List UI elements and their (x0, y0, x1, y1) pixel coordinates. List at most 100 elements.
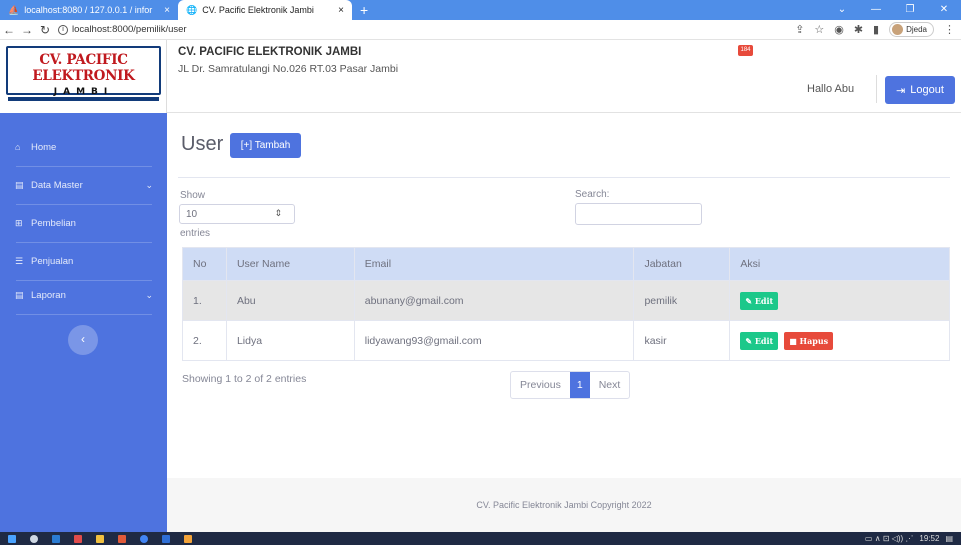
notification-icon[interactable]: ▤ (945, 532, 953, 545)
app-icon[interactable] (184, 534, 192, 543)
sidebar-divider (16, 204, 152, 205)
star-icon[interactable]: ☆ (814, 23, 824, 36)
search-icon[interactable] (30, 534, 38, 543)
chevron-down-icon: ⌄ (145, 289, 153, 300)
top-navbar: CV. PACIFIC ELEKTRONIK JAMBI JL Dr. Samr… (167, 40, 961, 113)
sidebar-item-label: Pembelian (31, 217, 76, 229)
sidebar-item-pembelian[interactable]: ⊞ Pembelian (0, 209, 167, 237)
sidebar-item-home[interactable]: ⌂ Home (0, 133, 167, 161)
browser-tab-active[interactable]: 🌐 CV. Pacific Elektronik Jambi × (178, 0, 352, 20)
globe-icon: 🌐 (186, 4, 198, 15)
column-header-email[interactable]: Email (353, 247, 635, 281)
share-icon[interactable]: ⇪ (795, 23, 804, 36)
avatar (892, 24, 904, 35)
vscode-icon[interactable] (52, 534, 60, 543)
tab-close-icon[interactable]: × (338, 5, 344, 16)
cell-actions: ✎ Edit (729, 280, 950, 321)
address-bar: ← → ↻ i localhost:8000/pemilik/user ⇪ ☆ … (0, 20, 961, 40)
app-icon[interactable] (74, 534, 82, 543)
browser-tab-phpmyadmin[interactable]: ⛵ localhost:8080 / 127.0.0.1 / infor × (0, 0, 178, 20)
minimize-button[interactable]: — (859, 0, 893, 20)
edit-label: Edit (754, 295, 774, 306)
sidebar: ⌂ Home ▤ Data Master ⌄ ⊞ Pembelian ☰ Pen… (0, 113, 167, 532)
column-header-no[interactable]: No (182, 247, 227, 281)
entries-select[interactable]: 10 ⇕ (179, 204, 295, 224)
app-icon[interactable] (118, 534, 126, 543)
sidebar-item-label: Data Master (31, 179, 83, 191)
windows-start-icon[interactable] (8, 534, 16, 543)
forward-icon[interactable]: → (18, 23, 36, 37)
cell-jabatan: kasir (633, 320, 731, 361)
list-icon: ☰ (15, 255, 24, 266)
entries-value: 10 (186, 209, 198, 220)
pagination-info: Showing 1 to 2 of 2 entries (182, 373, 307, 385)
sidebar-divider (16, 242, 152, 243)
tray-icons[interactable]: ▭ ∧ ⊡ ◁)) ⋰ (865, 532, 914, 545)
edit-icon: ✎ (745, 335, 755, 346)
tab-title: CV. Pacific Elektronik Jambi (202, 5, 314, 15)
sidebar-item-laporan[interactable]: ▤ Laporan ⌄ (0, 281, 167, 309)
cell-no: 1. (182, 280, 227, 321)
browser-tab-bar: ⛵ localhost:8080 / 127.0.0.1 / infor × 🌐… (0, 0, 961, 20)
tab-close-icon[interactable]: × (164, 5, 170, 16)
back-icon[interactable]: ← (0, 23, 18, 37)
previous-page-button[interactable]: Previous (511, 372, 570, 398)
cell-actions: ✎ Edit ■ Hapus (729, 320, 950, 361)
page-button-current[interactable]: 1 (569, 372, 590, 398)
puzzle-icon[interactable]: ✱ (854, 23, 863, 36)
reload-icon[interactable]: ↻ (36, 23, 54, 37)
sidebar-item-label: Penjualan (31, 255, 74, 267)
sidebar-toggle-button[interactable]: ‹ (68, 325, 98, 355)
info-icon[interactable]: i (58, 24, 68, 35)
chevron-down-icon[interactable]: ⌄ (825, 0, 859, 20)
edit-label: Edit (754, 335, 774, 346)
next-page-button[interactable]: Next (590, 372, 630, 398)
edit-button[interactable]: ✎ Edit (740, 331, 779, 350)
search-input[interactable] (575, 203, 702, 225)
system-tray: ▭ ∧ ⊡ ◁)) ⋰ 19:52 ▤ (865, 532, 953, 545)
edit-button[interactable]: ✎ Edit (740, 291, 779, 310)
url-field[interactable]: i localhost:8000/pemilik/user (58, 22, 198, 38)
pagination: Previous 1 Next (510, 371, 631, 399)
trash-icon: ■ (789, 335, 800, 346)
notification-badge[interactable]: 184 (738, 45, 753, 56)
add-user-button[interactable]: [+] Tambah (230, 133, 301, 158)
chrome-icon[interactable] (140, 534, 148, 543)
cell-username: Abu (225, 280, 355, 321)
search-label: Search: (575, 189, 610, 200)
clock[interactable]: 19:52 (919, 532, 939, 545)
divider (876, 75, 877, 103)
extension-icon[interactable]: ◉ (834, 23, 844, 36)
profile-button[interactable]: Djeda (889, 22, 934, 37)
brand-logo[interactable]: CV. PACIFIC ELEKTRONIK JAMBI (6, 46, 161, 101)
column-header-aksi[interactable]: Aksi (729, 247, 950, 281)
close-button[interactable]: ✕ (927, 0, 961, 20)
window-controls: ⌄ — ❐ ✕ (825, 0, 961, 20)
footer: CV. Pacific Elektronik Jambi Copyright 2… (167, 478, 961, 532)
column-header-username[interactable]: User Name (225, 247, 355, 281)
company-name: CV. PACIFIC ELEKTRONIK JAMBI (178, 46, 362, 58)
app-icon[interactable] (162, 534, 170, 543)
user-greeting[interactable]: Hallo Abu (807, 83, 854, 95)
logout-button[interactable]: ⇥ Logout (885, 76, 955, 104)
browser-toolbar-right: ⇪ ☆ ◉ ✱ ▮ Djeda ⋮ (795, 22, 955, 37)
new-tab-button[interactable]: + (352, 0, 376, 20)
restore-button[interactable]: ❐ (893, 0, 927, 20)
folder-icon[interactable] (96, 534, 104, 543)
home-icon: ⌂ (15, 142, 21, 152)
menu-icon[interactable]: ⋮ (944, 23, 955, 36)
sidebar-divider (16, 314, 152, 315)
sidepanel-icon[interactable]: ▮ (873, 23, 879, 36)
column-header-jabatan[interactable]: Jabatan (633, 247, 731, 281)
user-table: No User Name Email Jabatan Aksi 1. Abu a… (182, 247, 950, 361)
logo-line2: JAMBI (53, 87, 114, 97)
sidebar-item-penjualan[interactable]: ☰ Penjualan (0, 247, 167, 275)
profile-name: Djeda (906, 25, 927, 34)
logo-line1: CV. PACIFIC ELEKTRONIK (32, 52, 135, 84)
chevron-down-icon: ⌄ (145, 179, 153, 190)
delete-button[interactable]: ■ Hapus (784, 331, 834, 350)
edit-icon: ✎ (745, 295, 755, 306)
chevron-left-icon: ‹ (81, 332, 85, 346)
sidebar-divider (16, 166, 152, 167)
sidebar-item-data-master[interactable]: ▤ Data Master ⌄ (0, 171, 167, 199)
